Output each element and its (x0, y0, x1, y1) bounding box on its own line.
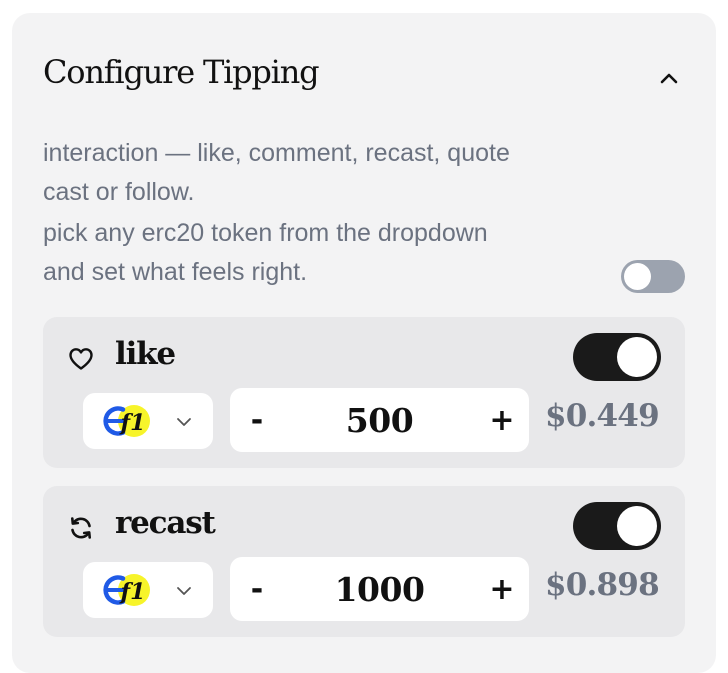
token-logo-icon: f1 (103, 405, 150, 437)
toggle-knob (617, 506, 657, 546)
chevron-down-icon (177, 587, 191, 595)
amount-value[interactable]: 1000 (284, 557, 475, 621)
token-select-dropdown[interactable]: f1 (83, 393, 213, 449)
collapse-button[interactable] (650, 60, 688, 98)
refresh-icon (67, 514, 95, 542)
toggle-knob (617, 337, 657, 377)
description-line-2: cast or follow. (43, 178, 195, 206)
interaction-label: like (115, 336, 176, 372)
amount-stepper: - 500 + (230, 388, 529, 452)
increment-button[interactable]: + (475, 557, 529, 621)
recast-enable-toggle[interactable] (573, 502, 661, 550)
decrement-button[interactable]: - (230, 388, 284, 452)
amount-stepper: - 1000 + (230, 557, 529, 621)
token-select-dropdown[interactable]: f1 (83, 562, 213, 618)
chevron-down-icon (177, 418, 191, 426)
svg-text:f1: f1 (119, 410, 146, 436)
description-line-1: interaction — like, comment, recast, quo… (43, 139, 510, 167)
description-line-4: and set what feels right. (43, 258, 308, 286)
panel-title: Configure Tipping (43, 53, 320, 91)
tipping-master-toggle[interactable] (621, 260, 685, 293)
toggle-knob (624, 263, 651, 290)
heart-icon (67, 345, 95, 373)
interaction-card-like: like f1 - 500 + $0.449 (43, 317, 685, 468)
description-line-3: pick any erc20 token from the dropdown (43, 219, 488, 247)
interaction-label: recast (115, 505, 216, 541)
interaction-card-recast: recast f1 - 1000 + $0.898 (43, 486, 685, 637)
amount-value[interactable]: 500 (284, 388, 475, 452)
decrement-button[interactable]: - (230, 557, 284, 621)
token-logo-icon: f1 (103, 574, 150, 606)
usd-value: $0.898 (545, 567, 660, 603)
like-enable-toggle[interactable] (573, 333, 661, 381)
chevron-up-icon (660, 73, 678, 84)
increment-button[interactable]: + (475, 388, 529, 452)
usd-value: $0.449 (545, 398, 660, 434)
svg-text:f1: f1 (119, 579, 146, 605)
